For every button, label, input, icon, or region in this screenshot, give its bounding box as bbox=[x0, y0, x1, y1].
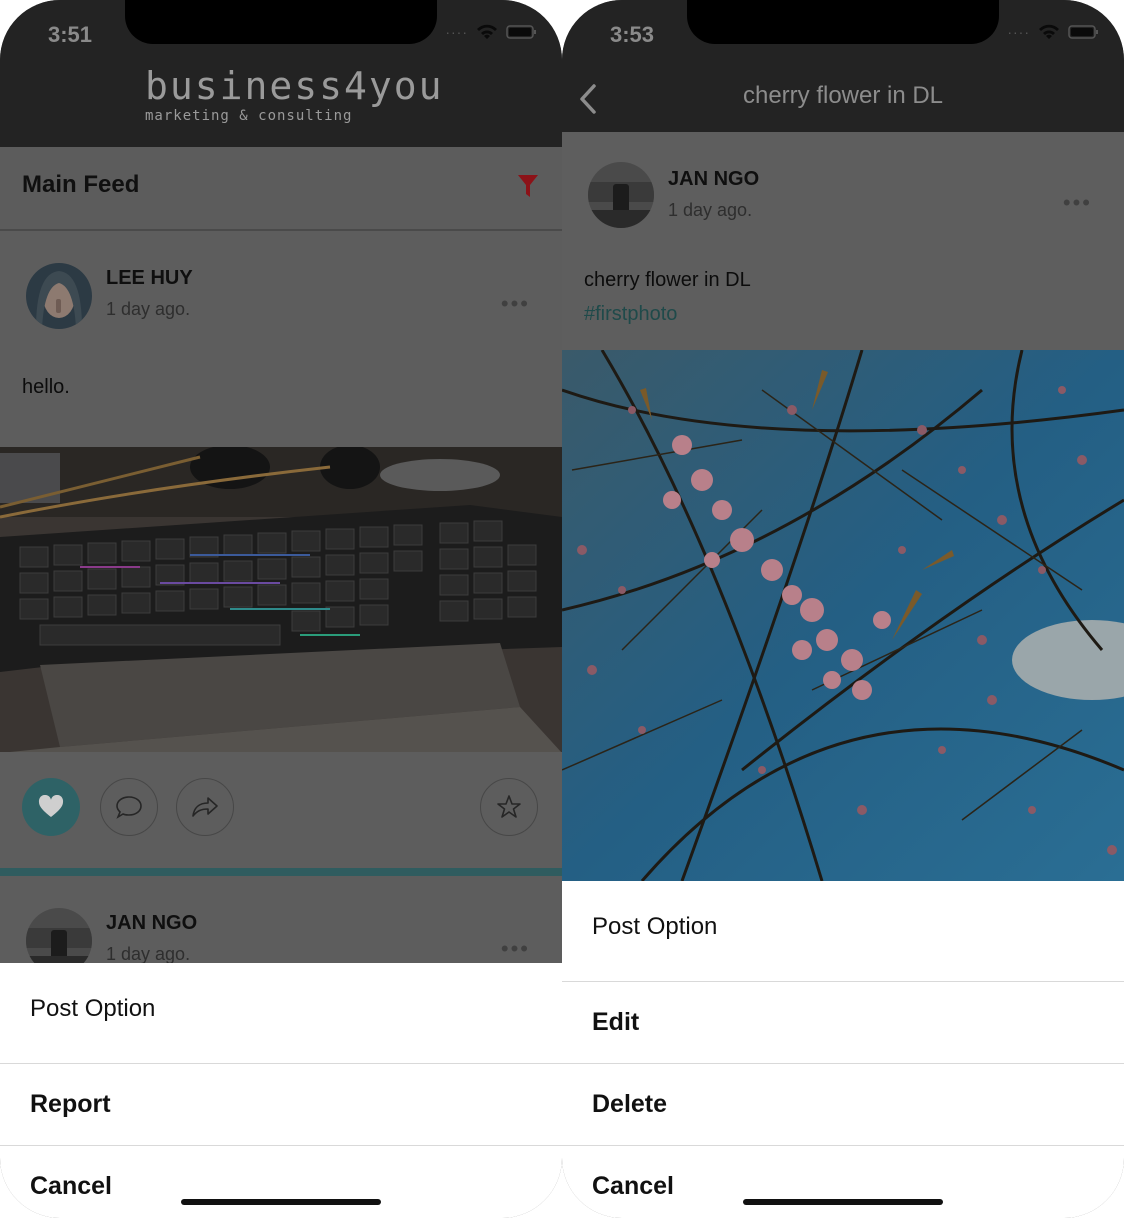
cancel-label: Cancel bbox=[30, 1172, 112, 1200]
post-text: hello. bbox=[22, 376, 70, 398]
action-sheet: Post Option Edit Delete Cancel bbox=[562, 881, 1124, 1218]
wifi-icon bbox=[477, 24, 497, 39]
post-timestamp: 1 day ago. bbox=[106, 944, 191, 964]
edit-option[interactable]: Edit bbox=[562, 981, 1124, 1063]
nav-title: cherry flower in DL bbox=[742, 82, 944, 109]
delete-option[interactable]: Delete bbox=[562, 1063, 1124, 1145]
filter-icon[interactable] bbox=[516, 173, 540, 199]
comment-button[interactable] bbox=[100, 778, 158, 836]
post-actions bbox=[0, 752, 562, 870]
action-sheet: Post Option Report Cancel bbox=[0, 963, 562, 1218]
post-author[interactable]: LEE HUY bbox=[106, 267, 193, 290]
brand-header: business4you marketing & consulting bbox=[0, 60, 562, 148]
post-text: cherry flower in DL bbox=[584, 269, 751, 291]
feed-header: Main Feed bbox=[0, 147, 562, 231]
battery-icon bbox=[1068, 25, 1098, 39]
brand-tagline: marketing & consulting bbox=[145, 108, 353, 124]
post-header: LEE HUY 1 day ago. ••• bbox=[0, 233, 562, 333]
status-time: 3:53 bbox=[610, 22, 655, 47]
left-screen: 3:51 ···· business4you marketing & consu… bbox=[0, 0, 562, 1218]
brand-name: business4you bbox=[145, 64, 444, 108]
star-icon bbox=[497, 795, 521, 818]
page-title: Main Feed bbox=[22, 171, 140, 198]
status-time: 3:51 bbox=[48, 22, 93, 47]
action-sheet-title: Post Option bbox=[30, 995, 156, 1022]
heart-icon bbox=[38, 795, 64, 817]
status-bar: 3:53 ···· bbox=[562, 0, 1124, 60]
delete-label: Delete bbox=[592, 1090, 668, 1118]
post-photo-cherry-blossom[interactable] bbox=[562, 350, 1124, 881]
report-option[interactable]: Report bbox=[0, 1063, 562, 1145]
more-icon[interactable]: ••• bbox=[1063, 190, 1092, 216]
system-icons: ···· bbox=[445, 24, 538, 40]
comment-icon bbox=[116, 796, 142, 819]
right-screen: 3:53 ···· cherry flower in DL JAN NGO 1 … bbox=[562, 0, 1124, 1218]
system-icons: ···· bbox=[1007, 24, 1100, 40]
wifi-icon bbox=[1039, 24, 1059, 39]
post-timestamp: 1 day ago. bbox=[668, 200, 753, 220]
report-label: Report bbox=[30, 1090, 111, 1118]
share-icon bbox=[192, 797, 218, 817]
notch bbox=[687, 0, 999, 44]
home-indicator[interactable] bbox=[743, 1199, 943, 1205]
brand-logo: business4you marketing & consulting bbox=[145, 66, 444, 124]
signal-icon: ···· bbox=[445, 24, 468, 40]
more-icon[interactable]: ••• bbox=[501, 936, 530, 962]
avatar[interactable] bbox=[26, 263, 92, 329]
post-photo-keyboard[interactable] bbox=[0, 447, 562, 753]
post-header: JAN NGO 1 day ago. ••• bbox=[562, 132, 1124, 232]
action-sheet-title: Post Option bbox=[592, 913, 718, 940]
status-bar: 3:51 ···· bbox=[0, 0, 562, 60]
more-icon[interactable]: ••• bbox=[501, 291, 530, 317]
cancel-label: Cancel bbox=[592, 1172, 674, 1200]
cancel-option[interactable]: Cancel bbox=[562, 1145, 1124, 1218]
avatar[interactable] bbox=[588, 162, 654, 228]
battery-icon bbox=[506, 25, 536, 39]
post-author[interactable]: JAN NGO bbox=[668, 168, 759, 191]
post-divider bbox=[0, 868, 562, 876]
post-timestamp: 1 day ago. bbox=[106, 299, 191, 319]
cancel-option[interactable]: Cancel bbox=[0, 1145, 562, 1218]
home-indicator[interactable] bbox=[181, 1199, 381, 1205]
edit-label: Edit bbox=[592, 1008, 640, 1036]
post-hashtag[interactable]: #firstphoto bbox=[584, 303, 677, 326]
nav-bar: cherry flower in DL bbox=[562, 60, 1124, 132]
bookmark-button[interactable] bbox=[480, 778, 538, 836]
notch bbox=[125, 0, 437, 44]
like-button[interactable] bbox=[22, 778, 80, 836]
signal-icon: ···· bbox=[1007, 24, 1030, 40]
share-button[interactable] bbox=[176, 778, 234, 836]
post-author[interactable]: JAN NGO bbox=[106, 912, 197, 935]
